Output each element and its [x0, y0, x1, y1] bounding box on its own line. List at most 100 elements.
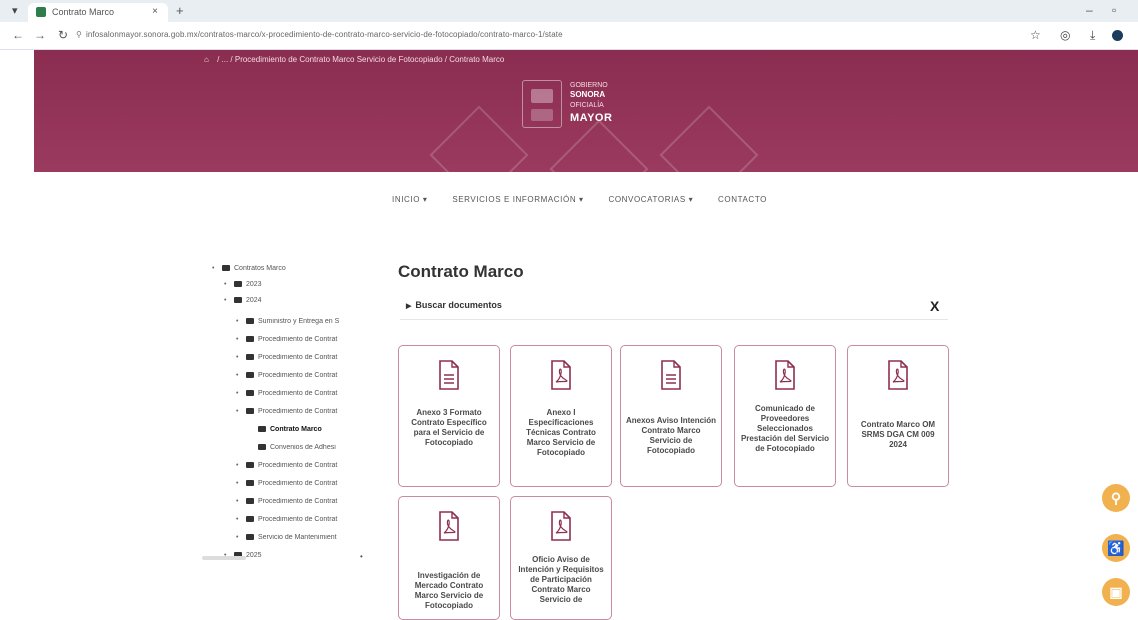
home-icon[interactable]: ⌂ [204, 55, 209, 64]
profile-avatar[interactable] [1112, 30, 1123, 41]
scroll-arrow-icon[interactable]: • [360, 552, 363, 561]
expand-arrow-icon[interactable]: • [236, 336, 246, 343]
tree-item[interactable]: Contrato Marco [248, 426, 398, 438]
tree-item[interactable]: • Procedimiento de Contrat [236, 498, 386, 510]
accessibility-icon[interactable]: ♿ [1102, 534, 1130, 562]
document-card[interactable]: Oficio Aviso de Intención y Requisitos d… [510, 496, 612, 620]
expand-arrow-icon[interactable]: • [212, 265, 222, 272]
folder-icon [246, 534, 254, 540]
tree-item[interactable]: • 2024 [224, 297, 374, 309]
close-search-icon[interactable]: X [930, 298, 939, 314]
document-title: Oficio Aviso de Intención y Requisitos d… [518, 555, 604, 604]
bookmark-star-icon[interactable]: ☆ [1030, 28, 1041, 42]
address-bar: ← → ↻ ⚲ infosalonmayor.sonora.gob.mx/cont… [0, 22, 1138, 50]
expand-arrow-icon[interactable]: • [236, 408, 246, 415]
document-title: Anexo 3 Formato Contrato Específico para… [411, 408, 487, 447]
tree-item-label: Procedimiento de Contrat [258, 372, 338, 379]
document-card[interactable]: Contrato Marco OM SRMS DGA CM 009 2024 [847, 345, 949, 487]
tree-item[interactable]: • 2023 [224, 281, 374, 293]
extensions-icon[interactable]: ◎ [1060, 28, 1070, 42]
document-card[interactable]: Anexo I Especificaciones Técnicas Contra… [510, 345, 612, 487]
tree-item[interactable]: • Procedimiento de Contrat [236, 354, 386, 366]
document-card[interactable]: Anexos Aviso Intención Contrato Marco Se… [620, 345, 722, 487]
expand-arrow-icon[interactable]: • [236, 516, 246, 523]
pdf-file-icon [549, 360, 573, 390]
document-file-icon [437, 360, 461, 390]
search-fab-icon[interactable]: ⚲ [1102, 484, 1130, 512]
folder-icon [246, 408, 254, 414]
site-info-icon[interactable]: ⚲ [76, 30, 82, 39]
expand-arrow-icon[interactable]: • [236, 462, 246, 469]
tree-item[interactable]: • Servicio de Mantenimient [236, 534, 386, 546]
folder-icon [246, 372, 254, 378]
back-icon[interactable]: ← [12, 28, 24, 42]
breadcrumb-trail[interactable]: / ... / Procedimiento de Contrato Marco … [217, 55, 504, 64]
tree-item[interactable]: • Procedimiento de Contrat [236, 390, 386, 402]
breadcrumb: ⌂ / ... / Procedimiento de Contrato Marc… [204, 55, 504, 64]
expand-arrow-icon[interactable]: • [236, 534, 246, 541]
tree-item[interactable]: • Procedimiento de Contrat [236, 372, 386, 384]
tree-item[interactable]: • Procedimiento de Contrat [236, 408, 386, 420]
tree-item-label: 2023 [246, 281, 262, 288]
tab-search-icon[interactable]: ▾ [12, 4, 18, 17]
tree-item[interactable]: • Procedimiento de Contrat [236, 516, 386, 528]
tree-item-label: 2024 [246, 297, 262, 304]
expand-arrow-icon[interactable]: • [236, 372, 246, 379]
document-title: Comunicado de Proveedores Seleccionados … [740, 404, 830, 453]
nav-item-servicios[interactable]: SERVICIOS E INFORMACIÓN ▾ [452, 195, 583, 204]
folder-icon [246, 318, 254, 324]
pdf-file-icon [549, 511, 573, 541]
tree-item[interactable]: • Suministro y Entrega en S [236, 318, 386, 330]
tree-item[interactable]: • Procedimiento de Contrat [236, 336, 386, 348]
tree-item[interactable]: • Procedimiento de Contrat [236, 462, 386, 474]
document-title: Anexos Aviso Intención Contrato Marco Se… [625, 416, 717, 455]
government-logo[interactable]: GOBIERNO SONORA OFICIALÍA MAYOR [522, 78, 622, 134]
page-title: Contrato Marco [398, 262, 524, 281]
tree-item-label: Contratos Marco [234, 265, 286, 272]
expand-arrow-icon[interactable]: • [236, 498, 246, 505]
expand-arrow-icon[interactable]: • [224, 297, 234, 304]
nav-item-inicio[interactable]: INICIO ▾ [392, 195, 427, 204]
tree-item[interactable]: • Procedimiento de Contrat [236, 480, 386, 492]
new-tab-icon[interactable]: + [176, 3, 184, 18]
url-field[interactable]: ⚲ infosalonmayor.sonora.gob.mx/contratos-… [76, 30, 596, 39]
tree-item-label: Procedimiento de Contrat [258, 354, 338, 361]
document-card[interactable]: Anexo 3 Formato Contrato Específico para… [398, 345, 500, 487]
search-documents-toggle[interactable]: ▶ Buscar documentos X [400, 296, 948, 320]
folder-icon [246, 354, 254, 360]
browser-tab[interactable]: Contrato Marco × [28, 3, 168, 22]
download-icon[interactable]: ⤓ [1090, 28, 1095, 43]
chat-icon[interactable]: ▣ [1102, 578, 1130, 606]
document-card[interactable]: Comunicado de Proveedores Seleccionados … [734, 345, 836, 487]
expand-arrow-icon[interactable]: • [224, 281, 234, 288]
tree-item-label: Procedimiento de Contrat [258, 408, 338, 415]
expand-arrow-icon[interactable]: • [236, 354, 246, 361]
sonora-emblem-icon [522, 80, 562, 128]
tree-scrollbar[interactable]: • [200, 552, 368, 562]
search-label: Buscar documentos [415, 300, 502, 310]
url-text: infosalonmayor.sonora.gob.mx/contratos-m… [85, 30, 563, 39]
document-card[interactable]: Investigación de Mercado Contrato Marco … [398, 496, 500, 620]
tree-item-label: Procedimiento de Contrat [258, 390, 338, 397]
maximize-icon[interactable]: ▫ [1112, 3, 1116, 17]
logo-text: MAYOR [570, 112, 613, 124]
forward-icon[interactable]: → [34, 28, 46, 42]
folder-icon [246, 480, 254, 486]
caret-right-icon: ▶ [406, 303, 412, 310]
expand-arrow-icon[interactable]: • [236, 480, 246, 487]
nav-item-convocatorias[interactable]: CONVOCATORIAS ▾ [608, 195, 693, 204]
pdf-file-icon [437, 511, 461, 541]
tree-item[interactable]: • Contratos Marco [212, 265, 362, 277]
tab-close-icon[interactable]: × [152, 6, 158, 17]
scrollbar-thumb[interactable] [202, 556, 246, 560]
reload-icon[interactable]: ↻ [58, 28, 68, 42]
header-banner: ⌂ / ... / Procedimiento de Contrato Marc… [34, 50, 1138, 172]
tree-item-label: Contrato Marco [270, 426, 322, 433]
nav-item-contacto[interactable]: CONTACTO [718, 195, 767, 204]
tab-title: Contrato Marco [52, 7, 115, 17]
minimize-icon[interactable]: – [1086, 3, 1093, 17]
expand-arrow-icon[interactable]: • [236, 390, 246, 397]
expand-arrow-icon[interactable]: • [236, 318, 246, 325]
document-title: Anexo I Especificaciones Técnicas Contra… [526, 408, 596, 457]
tree-item[interactable]: Convenios de Adhesi [248, 444, 398, 456]
